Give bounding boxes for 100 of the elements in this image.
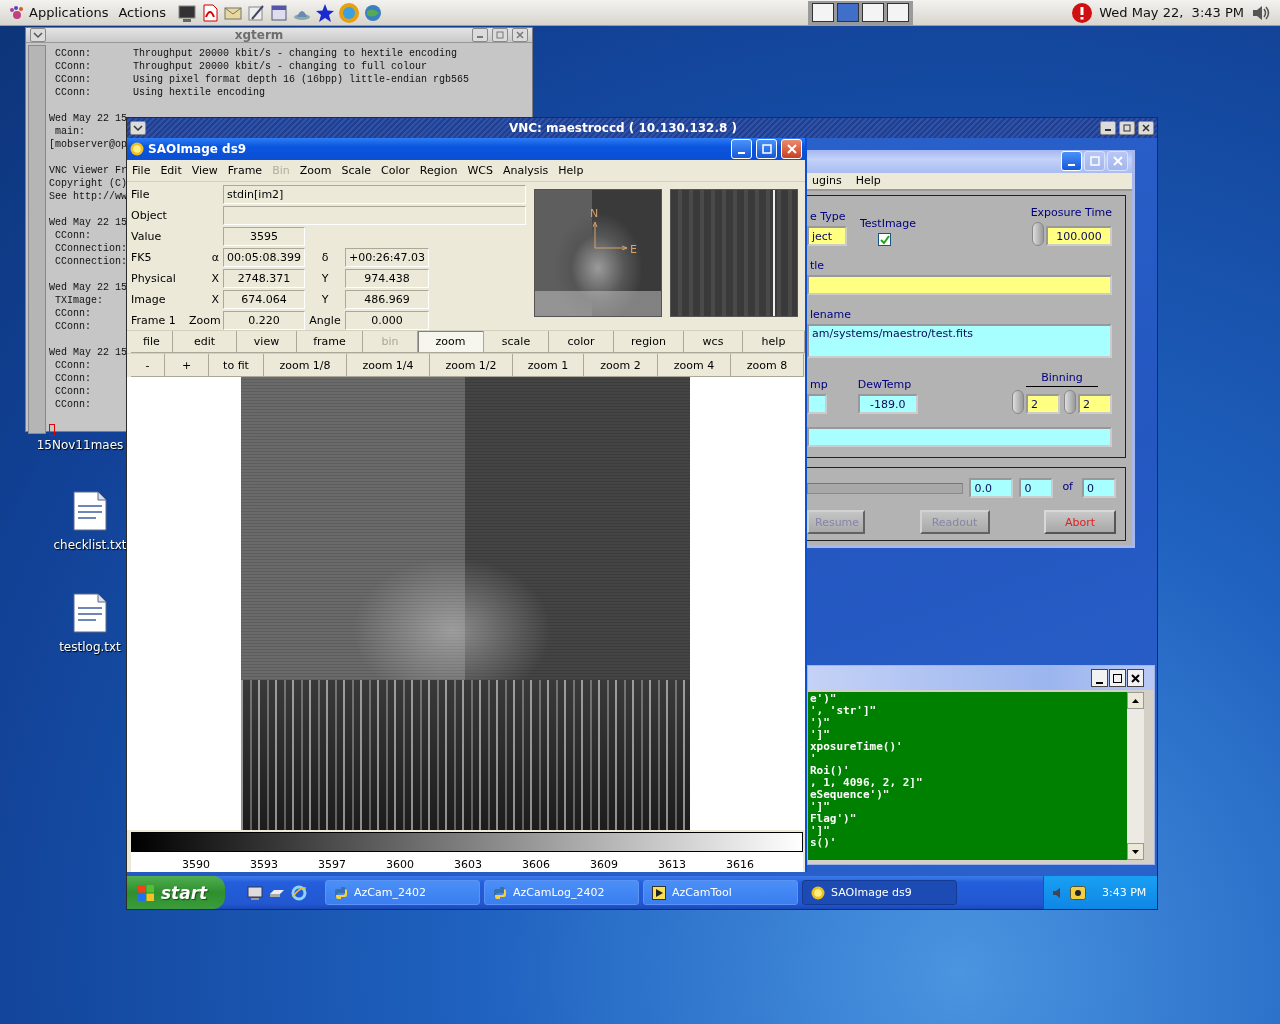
window-menu-button[interactable] bbox=[130, 121, 146, 135]
desktop-icon[interactable] bbox=[247, 884, 263, 901]
window-title: xgterm bbox=[233, 28, 285, 42]
toolbar-tab[interactable]: frame bbox=[297, 331, 363, 353]
menu-item[interactable]: Analysis bbox=[498, 164, 554, 177]
field-label: Y bbox=[320, 272, 330, 285]
zoom-button[interactable]: zoom 1/8 bbox=[264, 354, 347, 377]
taskbar-button[interactable]: AzCamTool bbox=[643, 880, 798, 905]
menu-item[interactable]: Edit bbox=[155, 164, 187, 177]
colorbar-tick-label: 3606 bbox=[521, 858, 551, 872]
menu-item[interactable]: Zoom bbox=[294, 164, 337, 177]
menu-item[interactable]: Scale bbox=[336, 164, 377, 177]
terminal-line: CConn: bbox=[54, 359, 91, 372]
field-label: mp bbox=[809, 378, 828, 391]
toolbar-tab[interactable]: color bbox=[549, 331, 614, 353]
zoom-button[interactable]: zoom 1/4 bbox=[347, 354, 430, 377]
zoom-button[interactable]: + bbox=[165, 354, 209, 377]
menu-item[interactable]: Region bbox=[414, 164, 463, 177]
binning-field[interactable]: 2 bbox=[1078, 394, 1112, 414]
value-field: 0.000 bbox=[345, 311, 429, 330]
toolbar-tab[interactable]: zoom bbox=[418, 331, 484, 353]
filename-field[interactable]: am/systems/maestro/test.fits bbox=[807, 324, 1112, 358]
menu-item[interactable]: Color bbox=[376, 164, 415, 177]
scroll-down-button[interactable] bbox=[1127, 843, 1144, 860]
workspace-cell[interactable] bbox=[862, 3, 885, 22]
alert-icon[interactable] bbox=[1071, 1, 1094, 24]
desktop-icon-label[interactable]: checklist.txt bbox=[53, 538, 127, 552]
checkbox[interactable] bbox=[878, 233, 891, 246]
toolbar-tab[interactable]: region bbox=[614, 331, 684, 353]
scrollbar[interactable] bbox=[28, 45, 46, 434]
window-title: SAOImage ds9 bbox=[148, 142, 248, 156]
zoom-button[interactable]: zoom 8 bbox=[731, 354, 804, 377]
text-cursor bbox=[49, 424, 55, 436]
close-button[interactable] bbox=[1127, 669, 1144, 687]
compass-label: E bbox=[630, 244, 637, 255]
scrollbar[interactable] bbox=[1127, 692, 1144, 860]
title-field[interactable] bbox=[807, 275, 1112, 295]
zoom-button[interactable]: zoom 1 bbox=[513, 354, 584, 377]
field-label: of bbox=[1061, 480, 1074, 495]
taskbar-button[interactable]: AzCamLog_2402 bbox=[484, 880, 639, 905]
monitor-icon[interactable] bbox=[176, 2, 197, 23]
terminal-line: CConn: Throughput 20000 kbit/s - changing to hextile encoding bbox=[54, 47, 458, 60]
desktop-icon-label[interactable]: testlog.txt bbox=[59, 640, 121, 654]
workspace-cell[interactable] bbox=[837, 3, 860, 22]
taskbar-button[interactable]: SAOImage ds9 bbox=[802, 880, 957, 905]
menu-item[interactable]: ugins bbox=[810, 174, 844, 188]
window-menu-button[interactable] bbox=[30, 28, 46, 42]
spinner[interactable] bbox=[1032, 222, 1044, 246]
menu-item[interactable]: Frame bbox=[222, 164, 268, 177]
maximize-icon bbox=[1113, 673, 1122, 683]
zoom-button[interactable]: zoom 2 bbox=[584, 354, 658, 377]
toolbar-tab[interactable]: view bbox=[237, 331, 297, 353]
binning-field[interactable]: 2 bbox=[1026, 394, 1060, 414]
spinner[interactable] bbox=[1012, 390, 1024, 414]
menu-item[interactable]: File bbox=[127, 164, 156, 177]
star-icon[interactable] bbox=[314, 2, 335, 23]
panel-menu[interactable]: Applications bbox=[4, 1, 114, 24]
toolbar-tab[interactable]: wcs bbox=[684, 331, 743, 353]
spinner[interactable] bbox=[1064, 390, 1076, 414]
panel-menu[interactable]: Actions bbox=[113, 1, 171, 24]
count-field: 0 bbox=[1019, 478, 1054, 498]
taskbar-button[interactable]: AzCam_2402 bbox=[325, 880, 480, 905]
toolbar-tab[interactable]: edit bbox=[173, 331, 237, 353]
zoom-button[interactable]: to fit bbox=[209, 354, 264, 377]
toolbar-tab[interactable]: help bbox=[743, 331, 805, 353]
minimize-button[interactable] bbox=[1091, 669, 1108, 687]
value-field: 674.064 bbox=[223, 290, 305, 309]
toolbar-tab[interactable]: scale bbox=[484, 331, 549, 353]
exposure-field[interactable]: 100.000 bbox=[1046, 226, 1112, 246]
field-label: Image bbox=[131, 293, 167, 306]
workspace-cell[interactable] bbox=[887, 3, 910, 22]
menu-item[interactable]: Help bbox=[553, 164, 589, 177]
menu-item[interactable]: View bbox=[186, 164, 223, 177]
eye-icon[interactable] bbox=[1070, 885, 1086, 900]
zoom-button[interactable]: - bbox=[131, 354, 165, 377]
menu-item[interactable]: WCS bbox=[462, 164, 498, 177]
zoom-button[interactable]: zoom 1/2 bbox=[430, 354, 513, 377]
terminal-line: Wed May 22 15 bbox=[49, 216, 127, 229]
minimize-button[interactable] bbox=[1100, 121, 1116, 135]
globe-icon[interactable] bbox=[362, 2, 383, 23]
desktop-icon-label[interactable]: 15Nov11maes bbox=[36, 438, 124, 452]
zoom-button[interactable]: zoom 4 bbox=[658, 354, 731, 377]
menu-item[interactable]: Help bbox=[853, 174, 883, 188]
image-type-field[interactable]: ject bbox=[807, 226, 847, 246]
start-button[interactable]: start bbox=[127, 876, 225, 909]
maximize-icon bbox=[1123, 124, 1131, 132]
colorbar-tick-label: 3613 bbox=[657, 858, 687, 872]
toolbar-tab[interactable]: file bbox=[131, 331, 173, 353]
browser-icon[interactable] bbox=[291, 884, 307, 901]
minimize-icon bbox=[738, 152, 745, 154]
python-icon bbox=[334, 885, 348, 900]
workspace-cell[interactable] bbox=[812, 3, 835, 22]
value-field: 486.969 bbox=[345, 290, 429, 309]
close-button[interactable] bbox=[1138, 121, 1154, 135]
window-icon[interactable] bbox=[268, 2, 289, 23]
colorbar-tick-label: 3600 bbox=[385, 858, 415, 872]
scroll-up-button[interactable] bbox=[1127, 692, 1144, 709]
console-line: ']" bbox=[810, 825, 831, 837]
maximize-button[interactable] bbox=[1109, 669, 1126, 687]
close-icon bbox=[1131, 673, 1140, 683]
